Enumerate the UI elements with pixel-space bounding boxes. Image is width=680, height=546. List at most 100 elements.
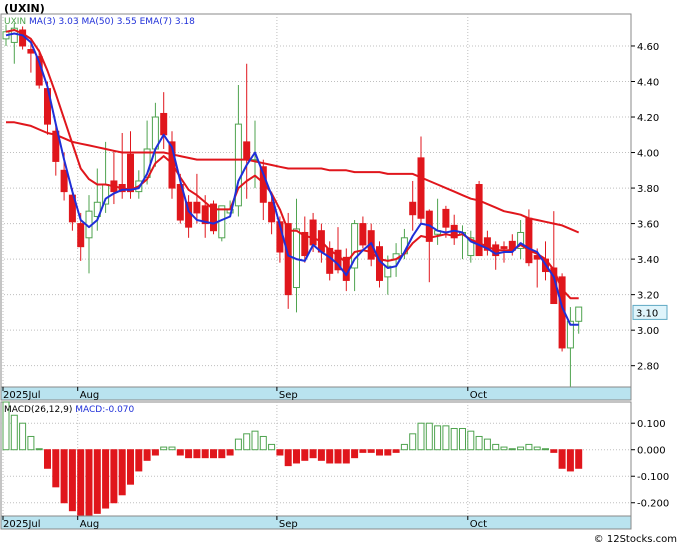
candle-body [409,201,417,216]
macd-bar [417,422,425,451]
macd-bar [442,425,450,451]
watermark: © 12Stocks.com [594,534,677,545]
macd-bar [68,449,76,512]
macd-bar [93,449,101,514]
macd-bar [517,446,525,451]
macd-bar [10,414,18,451]
price-y-tick: 4.00 [637,149,659,160]
macd-bar [550,449,558,453]
macd-y-tick: -0.200 [637,499,669,510]
candle-body [309,219,317,246]
macd-bar [376,449,383,456]
price-x-label: Aug [80,390,100,401]
candle-body [500,246,508,249]
macd-bar [143,449,151,461]
macd-x-label: Sep [279,519,298,530]
macd-bar [251,430,259,451]
macd-bar [110,449,118,504]
macd-bar [60,449,68,504]
macd-bar [44,449,51,469]
macd-y-tick: 0.100 [637,419,666,430]
macd-bar [351,449,359,459]
macd-bar [35,448,43,451]
macd-bar [500,446,508,451]
macd-bar [400,443,408,451]
candle-body [77,223,85,248]
price-y-tick: 3.40 [637,255,659,266]
candle-body [127,153,134,193]
candle-body [525,217,533,264]
macd-bar [392,449,400,453]
macd-y-tick: 0.000 [637,446,666,457]
macd-bar [176,449,184,456]
macd-bar [492,443,500,451]
candle-body [575,306,583,322]
macd-bar [243,433,251,451]
price-y-tick: 4.60 [637,42,659,53]
price-y-tick: 3.60 [637,220,659,231]
macd-bar [210,449,217,459]
macd-bar [425,422,433,451]
macd-bar [367,449,375,453]
candle-body [284,223,292,296]
price-legend: UXIN MA(3) 3.03 MA(50) 3.55 EMA(7) 3.18 [4,17,195,27]
candle-body [193,201,201,214]
macd-bar [475,435,483,451]
macd-bar [52,449,60,488]
macd-panel: 0.100 0.000 -0.100 -0.200 MACD(26,12,9) MACD… [0,401,669,530]
last-price-label: 3.10 [636,308,658,319]
macd-bar [19,422,27,451]
macd-bar [85,449,93,517]
legend-entry: UXIN [4,17,29,27]
macd-bar [259,435,267,451]
macd-bar [508,448,516,451]
macd-bar [533,446,541,451]
macd-bar [193,449,201,459]
macd-bar [525,443,533,451]
candle-body [160,112,168,136]
macd-bar [342,449,350,464]
candle-body [442,208,450,228]
macd-bar [309,449,317,459]
macd-bar [201,449,209,459]
macd-bar [575,449,583,469]
macd-bar [409,433,417,451]
candle-body [60,169,68,193]
macd-bar [151,449,159,456]
macd-bar [127,449,134,485]
macd-bar [226,449,234,456]
price-y-tick: 3.80 [637,184,659,195]
macd-bar [135,449,143,472]
price-plot-area [0,13,632,388]
candle-body [417,157,425,219]
price-x-label: Oct [470,390,487,401]
macd-bar [326,449,334,464]
candle-body [359,223,367,246]
candle-body [27,49,35,54]
price-x-label: Sep [279,390,298,401]
macd-bar [483,438,491,451]
macd-bar [185,449,193,459]
macd-bar [118,449,126,496]
price-y-tick: 2.80 [637,362,659,373]
chart-title: (UXIN) [4,2,45,15]
macd-bar [317,449,325,461]
macd-bar [284,449,292,467]
macd-bar [450,428,458,451]
macd-bar [102,449,110,509]
macd-legend-entry: MACD(26,12,9) [4,405,75,415]
legend-entry: EMA(7) 3.18 [140,17,196,27]
macd-x-label: 2025Jul [3,519,41,530]
legend-entry: MA(3) 3.03 [29,17,81,27]
macd-bar [359,449,367,453]
macd-y-tick: -0.100 [637,472,669,483]
price-x-label: 2025Jul [3,390,41,401]
macd-bar [218,449,226,459]
macd-bar [234,438,242,451]
macd-bar [467,430,475,451]
macd-bar [301,449,309,461]
price-y-tick: 4.40 [637,77,659,88]
candle-body [243,141,251,161]
macd-legend-entry: MACD:-0.070 [75,405,134,415]
macd-x-label: Oct [470,519,487,530]
